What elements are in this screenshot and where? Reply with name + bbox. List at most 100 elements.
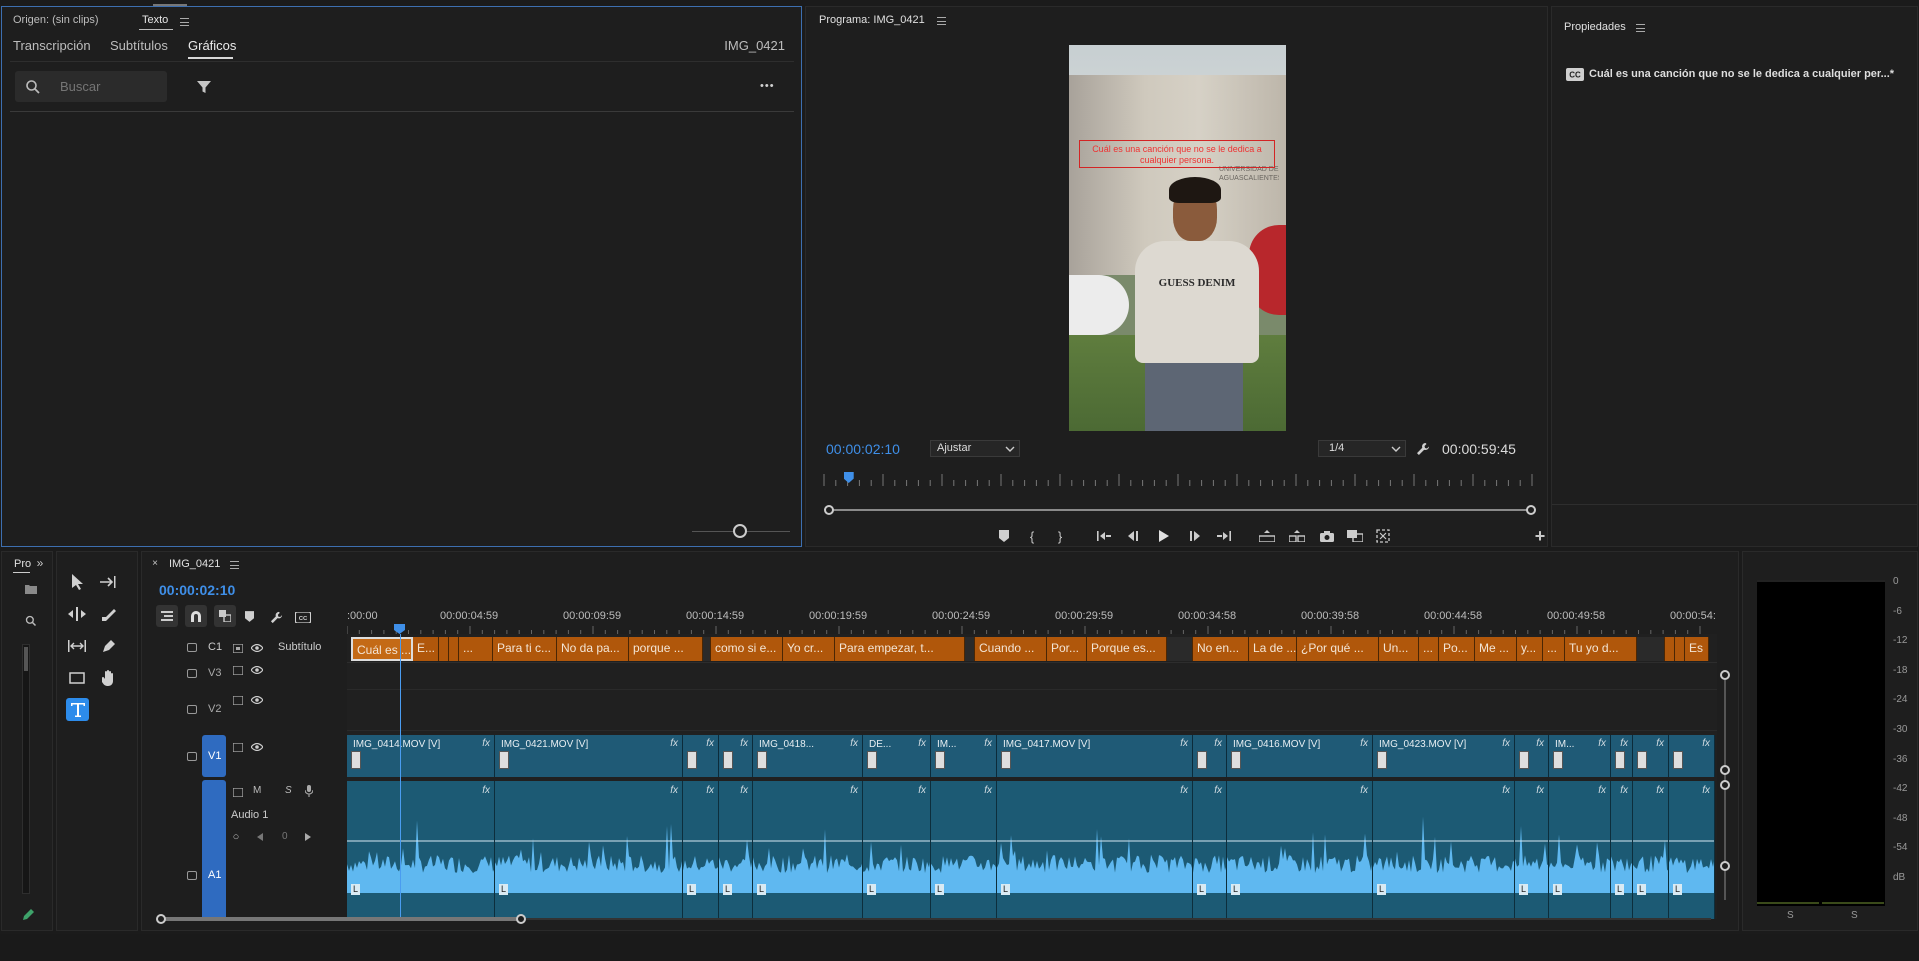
eye-icon[interactable] [250, 741, 264, 753]
thumbnail-size-slider[interactable] [692, 524, 790, 538]
properties-menu-icon[interactable] [1636, 24, 1645, 32]
audio-clip[interactable]: fx L [1193, 781, 1227, 919]
razor-tool-icon[interactable] [99, 604, 119, 624]
video-clip[interactable]: fx [1611, 735, 1633, 777]
caption-clip[interactable]: Por... [1047, 637, 1087, 661]
caption-clip[interactable] [1665, 637, 1675, 661]
video-clip[interactable]: fx [683, 735, 719, 777]
meter-solo-left[interactable]: S [1787, 910, 1794, 921]
resolution-dropdown[interactable]: 1/4 [1318, 440, 1406, 457]
audio-clip[interactable]: fx L [683, 781, 719, 919]
caption-clip[interactable]: ¿Por qué ... [1297, 637, 1379, 661]
lock-icon[interactable] [187, 669, 197, 678]
caption-clip[interactable]: ... [459, 637, 493, 661]
wrench-icon[interactable] [1415, 441, 1431, 457]
source-tab[interactable]: Origen: (sin clips) [13, 14, 99, 26]
h-scroll-handle-right[interactable] [516, 914, 526, 924]
caption-clip[interactable]: No en... [1193, 637, 1249, 661]
snap-toggle[interactable] [156, 605, 178, 627]
audio-clip[interactable]: fx L [1227, 781, 1373, 919]
caption-clip[interactable] [439, 637, 449, 661]
video-clip[interactable]: fx [1669, 735, 1715, 777]
project-tab[interactable]: Pro [14, 558, 31, 570]
timeline-menu-icon[interactable] [230, 561, 239, 569]
h-scroll-thumb[interactable] [161, 917, 521, 921]
play-icon[interactable] [1156, 528, 1172, 544]
video-clip[interactable]: IMG_0418... fx [753, 735, 863, 777]
video-clip[interactable]: IM... fx [931, 735, 997, 777]
sync-lock-icon[interactable] [232, 642, 244, 654]
timeline-current-time[interactable]: 00:00:02:10 [159, 582, 235, 598]
video-clip[interactable]: fx [1633, 735, 1669, 777]
comparison-view-icon[interactable] [1346, 528, 1364, 544]
audio-clip[interactable]: fx L [719, 781, 753, 919]
audio-clip[interactable]: fx L [1549, 781, 1611, 919]
slider-handle[interactable] [733, 524, 747, 538]
caption-clip[interactable]: Yo cr... [783, 637, 835, 661]
close-icon[interactable]: × [150, 558, 160, 569]
step-forward-icon[interactable] [1186, 528, 1202, 544]
pen-tool-icon[interactable] [99, 636, 119, 656]
track-area[interactable]: Cuál es ... E...... Para ti c... No da pa..… [347, 634, 1717, 919]
horizontal-scroll-bar[interactable] [156, 914, 1716, 924]
audio-clip[interactable]: fx L [1633, 781, 1669, 919]
export-frame-icon[interactable] [1318, 528, 1336, 544]
program-menu-icon[interactable] [937, 17, 946, 25]
microphone-icon[interactable] [302, 784, 316, 798]
prev-keyframe-icon[interactable] [254, 831, 266, 843]
audio-clip[interactable]: fx L [931, 781, 997, 919]
caption-clip[interactable] [449, 637, 459, 661]
add-marker-icon[interactable] [996, 528, 1012, 544]
lock-icon[interactable] [187, 752, 197, 761]
vertical-zoom-handle[interactable] [1720, 861, 1730, 871]
search-input[interactable] [60, 77, 160, 96]
lock-icon[interactable] [187, 871, 197, 880]
sync-lock-icon[interactable] [232, 694, 244, 706]
timeline-tab[interactable]: IMG_0421 [169, 558, 220, 570]
caption-clip[interactable]: Tu yo d... [1565, 637, 1637, 661]
video-clip[interactable]: IM... fx [1549, 735, 1611, 777]
ripple-edit-tool-icon[interactable] [67, 604, 87, 624]
selection-tool-icon[interactable] [67, 572, 87, 592]
subtab-transcripcion[interactable]: Transcripción [13, 38, 91, 53]
caption-clip[interactable]: Po... [1439, 637, 1475, 661]
search-box[interactable] [15, 71, 167, 102]
go-to-in-icon[interactable] [1096, 528, 1112, 544]
eye-icon[interactable] [250, 694, 264, 706]
rectangle-tool-icon[interactable] [67, 668, 87, 688]
search-icon[interactable] [23, 613, 39, 629]
magnet-toggle[interactable] [185, 605, 207, 627]
caption-clip[interactable]: como si e... [711, 637, 783, 661]
sync-lock-icon[interactable] [232, 664, 244, 676]
caption-clip[interactable] [703, 637, 711, 661]
mark-out-icon[interactable]: } [1052, 528, 1068, 544]
subtab-graficos[interactable]: Gráficos [188, 38, 236, 53]
caption-clip[interactable]: Cuál es ... [351, 637, 413, 661]
caption-clip[interactable]: y... [1517, 637, 1543, 661]
caption-clip[interactable]: Me ... [1475, 637, 1517, 661]
bin-icon[interactable] [24, 583, 38, 595]
caption-clip[interactable] [1637, 637, 1665, 661]
zoom-handle-left[interactable] [824, 505, 834, 515]
more-options-button[interactable]: ••• [760, 80, 775, 92]
caption-clip[interactable] [965, 637, 975, 661]
caption-clip[interactable]: Un... [1379, 637, 1419, 661]
caption-clip[interactable]: porque ... [629, 637, 703, 661]
caption-clip[interactable]: E... [413, 637, 439, 661]
add-button-icon[interactable]: + [1532, 526, 1548, 546]
track-select-tool-icon[interactable] [99, 572, 119, 592]
type-tool-button[interactable] [66, 698, 89, 721]
pencil-icon[interactable] [22, 907, 36, 921]
marker-icon[interactable] [242, 609, 256, 623]
extract-icon[interactable] [1288, 528, 1306, 544]
video-clip[interactable]: fx [719, 735, 753, 777]
eye-icon[interactable] [250, 642, 264, 654]
vertical-zoom-handle[interactable] [1720, 780, 1730, 790]
filter-icon[interactable] [194, 77, 214, 97]
fit-dropdown[interactable]: Ajustar [930, 440, 1020, 457]
caption-clip[interactable]: ... [1419, 637, 1439, 661]
project-scroll-thumb[interactable] [24, 647, 28, 671]
captions-icon[interactable]: CC [294, 610, 312, 624]
mute-button[interactable]: M [253, 785, 261, 796]
audio-clip[interactable]: fx L [495, 781, 683, 919]
